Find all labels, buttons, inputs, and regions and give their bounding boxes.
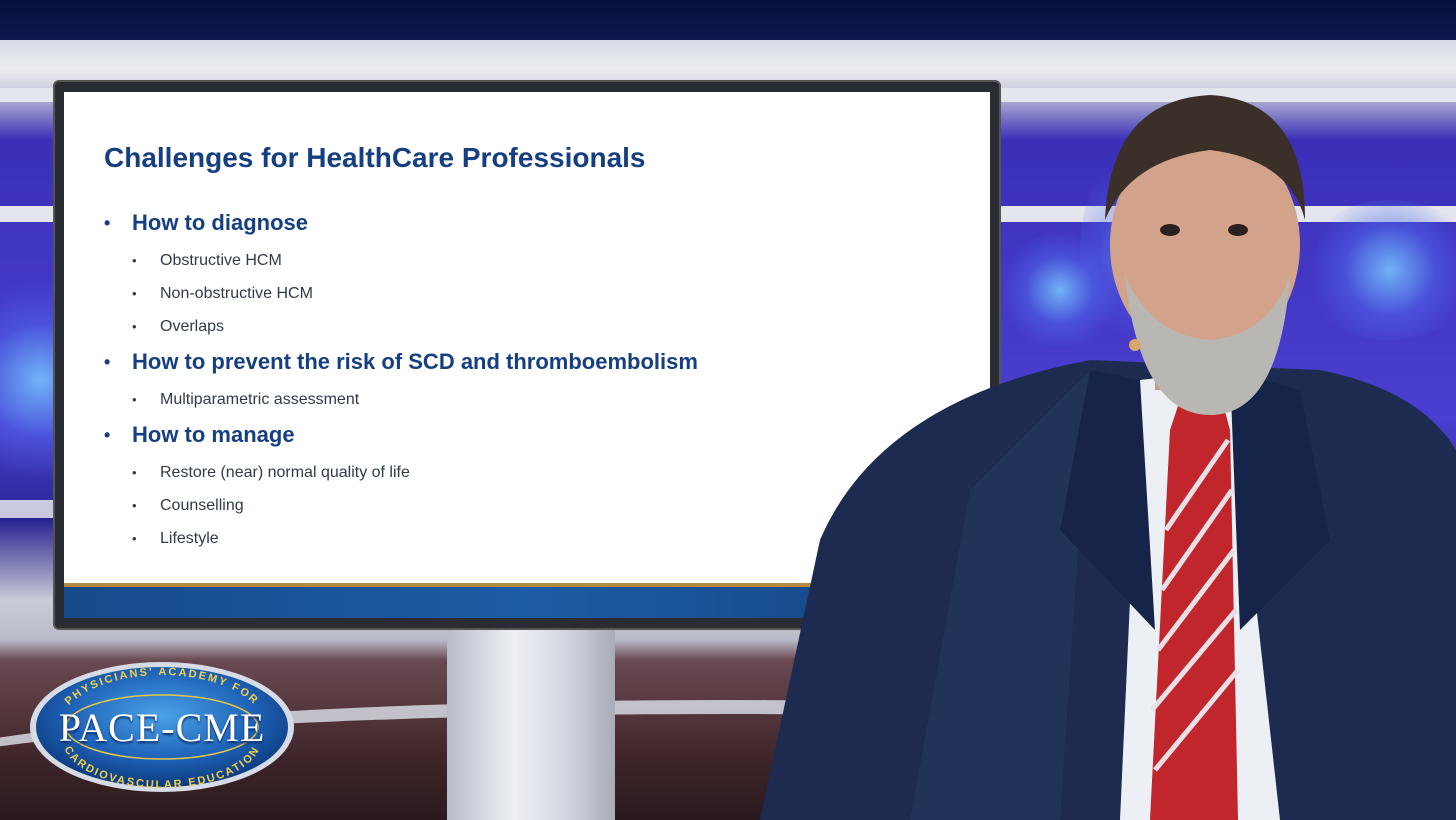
bullet-group: Obstructive HCM Non-obstructive HCM Over… [104, 244, 698, 343]
logo-name: PACE-CME [58, 705, 266, 750]
bullet-manage: How to manage [104, 420, 698, 450]
sub-bullet: Overlaps [104, 310, 698, 343]
bullet-prevent: How to prevent the risk of SCD and throm… [104, 347, 698, 377]
bullet-heading: How to prevent the risk of SCD and throm… [132, 349, 698, 374]
sub-bullet: Counselling [104, 489, 698, 522]
sub-bullet: Lifestyle [104, 522, 698, 555]
sub-bullet: Multiparametric assessment [104, 383, 698, 416]
sub-bullet: Obstructive HCM [104, 244, 698, 277]
bullet-heading: How to manage [132, 422, 295, 447]
sub-bullet: Non-obstructive HCM [104, 277, 698, 310]
bullet-heading: How to diagnose [132, 210, 308, 235]
sub-bullet: Restore (near) normal quality of life [104, 456, 698, 489]
bullet-group: Multiparametric assessment [104, 383, 698, 416]
monitor-stand [447, 628, 615, 820]
bullet-diagnose: How to diagnose [104, 208, 698, 238]
pace-cme-logo: PHYSICIANS' ACADEMY FOR CARDIOVASCULAR E… [28, 660, 296, 794]
slide-bullet-list: How to diagnose Obstructive HCM Non-obst… [104, 204, 698, 557]
presenter-figure [760, 95, 1456, 820]
sub-bullet-list: Obstructive HCM Non-obstructive HCM Over… [104, 244, 698, 343]
sub-bullet-list: Restore (near) normal quality of life Co… [104, 456, 698, 555]
sub-bullet-list: Multiparametric assessment [104, 383, 698, 416]
bullet-group: Restore (near) normal quality of life Co… [104, 456, 698, 555]
presenter [760, 70, 1456, 820]
slide-title: Challenges for HealthCare Professionals [104, 142, 646, 173]
